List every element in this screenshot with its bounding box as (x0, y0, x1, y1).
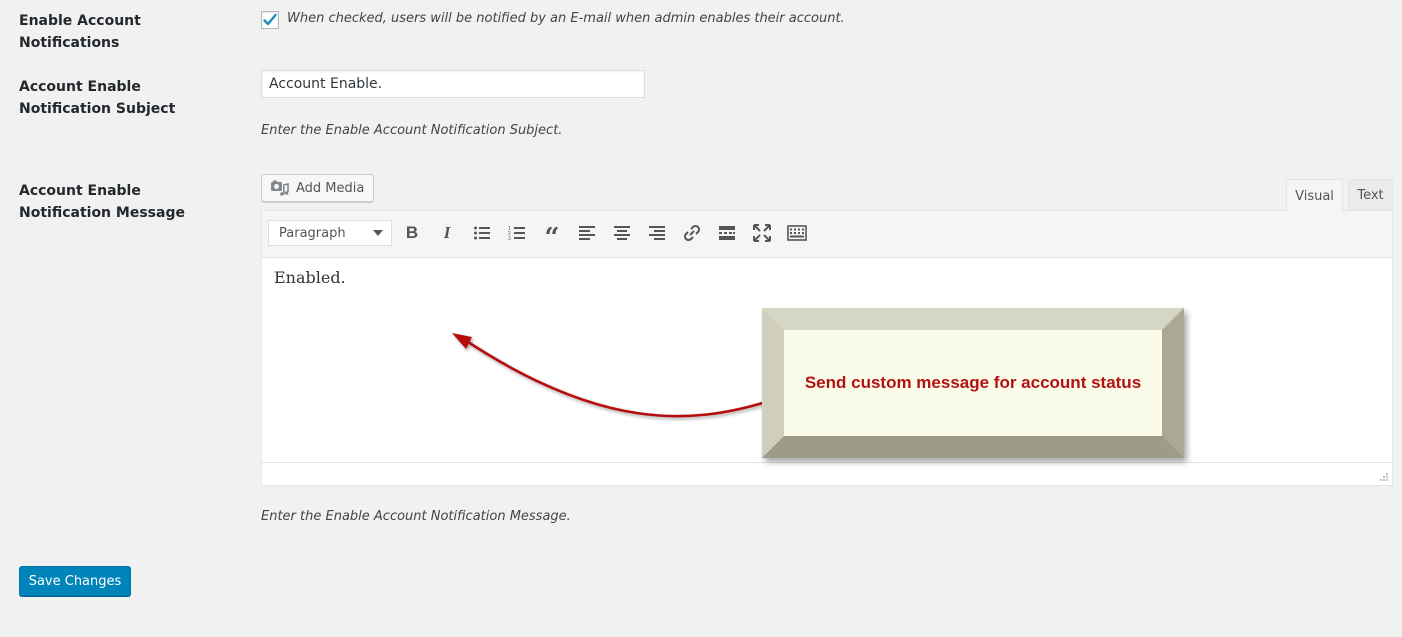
svg-text:3: 3 (508, 236, 511, 241)
link-button[interactable] (681, 222, 703, 244)
read-more-button[interactable] (716, 222, 738, 244)
subject-label: Account Enable Notification Subject (19, 79, 176, 117)
save-changes-button[interactable]: Save Changes (19, 566, 131, 596)
camera-music-icon (271, 180, 289, 196)
blockquote-icon: “ (544, 223, 560, 253)
align-left-button[interactable] (576, 222, 598, 244)
toolbar-toggle-button[interactable] (786, 222, 808, 244)
bulleted-list-icon (474, 226, 490, 240)
annotation-callout: Send custom message for account status (762, 308, 1184, 458)
italic-button[interactable]: I (436, 222, 458, 244)
toolbar-toggle-icon (787, 225, 807, 241)
numbered-list-icon: 1 2 3 (508, 226, 525, 241)
format-select-value: Paragraph (279, 225, 346, 241)
resize-handle-icon[interactable] (1379, 472, 1389, 482)
chevron-down-icon (373, 230, 383, 236)
format-select[interactable]: Paragraph (268, 220, 392, 246)
align-center-icon (614, 226, 630, 240)
enable-notifications-description: When checked, users will be notified by … (287, 11, 845, 26)
add-media-label: Add Media (296, 180, 365, 196)
align-right-button[interactable] (646, 222, 668, 244)
align-center-button[interactable] (611, 222, 633, 244)
callout-text: Send custom message for account status (804, 373, 1142, 392)
tab-text[interactable]: Text (1348, 179, 1393, 210)
bold-icon: B (405, 223, 419, 242)
enable-notifications-label: Enable Account Notifications (19, 13, 141, 51)
italic-icon: I (443, 223, 451, 242)
enable-notifications-checkbox[interactable] (261, 11, 279, 29)
subject-input[interactable] (261, 70, 645, 98)
bulleted-list-button[interactable] (471, 222, 493, 244)
editor-statusbar (262, 462, 1392, 485)
align-right-icon (649, 226, 665, 240)
subject-description: Enter the Enable Account Notification Su… (261, 123, 563, 138)
message-label: Account Enable Notification Message (19, 183, 185, 221)
fullscreen-icon (753, 224, 771, 242)
numbered-list-button[interactable]: 1 2 3 (506, 222, 528, 244)
tab-visual[interactable]: Visual (1286, 179, 1343, 212)
blockquote-button[interactable]: “ (541, 222, 563, 251)
link-icon (683, 224, 701, 242)
message-description: Enter the Enable Account Notification Me… (261, 509, 571, 524)
editor-toolbar: Paragraph B I 1 2 3 “ (262, 211, 1392, 258)
editor-content-text: Enabled. (274, 268, 346, 287)
align-left-icon (579, 226, 595, 240)
bold-button[interactable]: B (401, 222, 423, 244)
fullscreen-button[interactable] (751, 222, 773, 244)
checkmark-icon (263, 13, 277, 26)
read-more-icon (719, 226, 735, 240)
add-media-button[interactable]: Add Media (261, 174, 374, 202)
